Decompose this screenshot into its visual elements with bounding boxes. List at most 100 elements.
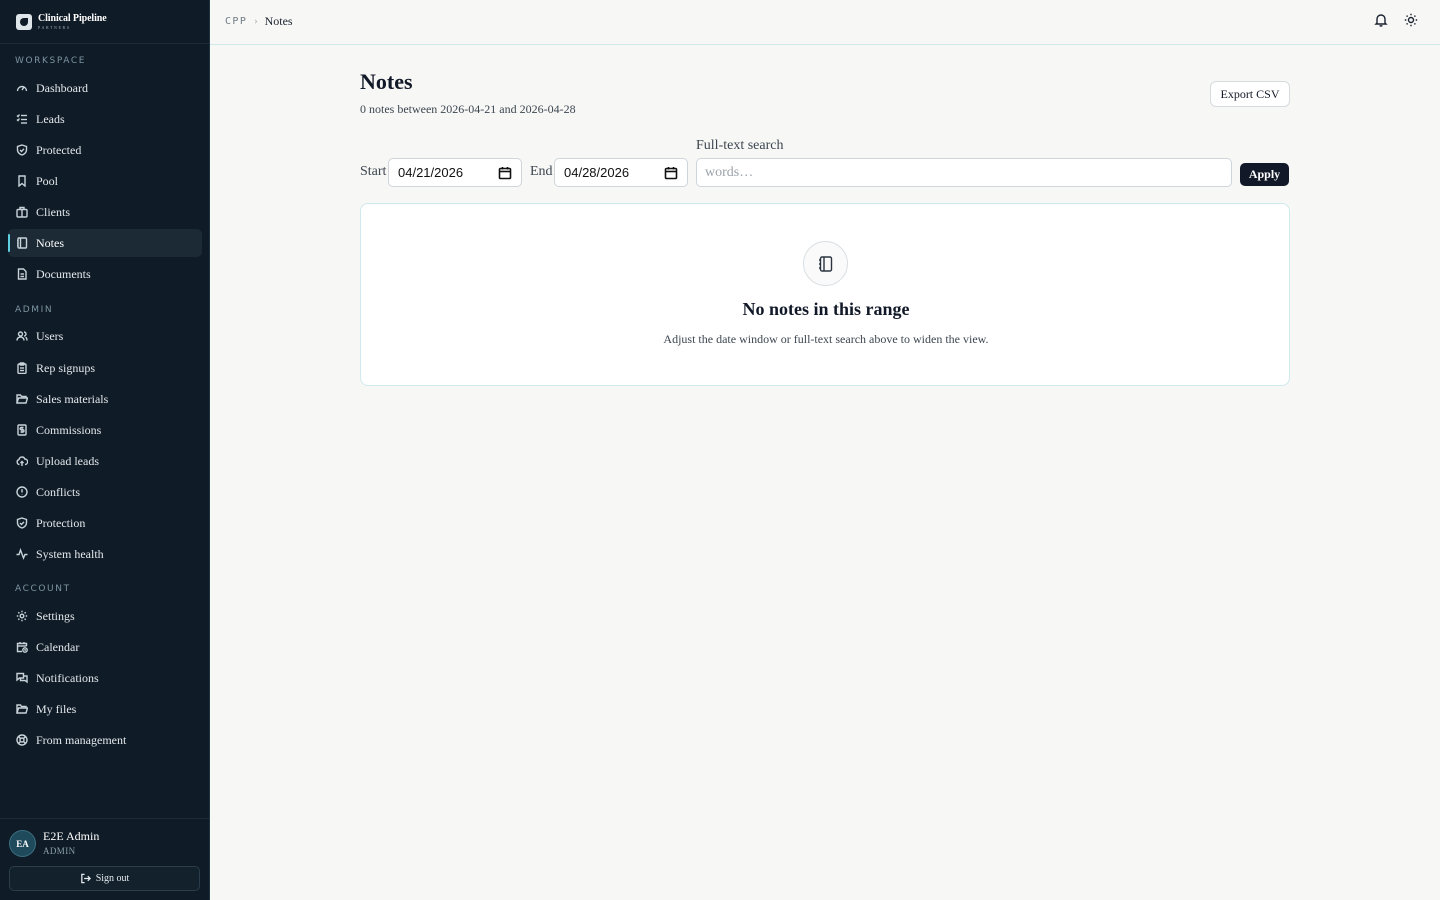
sign-out-icon bbox=[80, 873, 91, 884]
shield-check-icon bbox=[16, 144, 28, 156]
sidebar-item-upload-leads[interactable]: Upload leads bbox=[8, 447, 202, 475]
bookmark-icon bbox=[16, 175, 28, 187]
sidebar-item-commissions[interactable]: Commissions bbox=[8, 416, 202, 444]
sidebar-item-calendar[interactable]: Calendar bbox=[8, 633, 202, 661]
breadcrumb-current: Notes bbox=[264, 14, 293, 28]
sidebar-item-label: System health bbox=[36, 546, 104, 561]
calendar-icon[interactable] bbox=[664, 166, 678, 183]
brand-logo[interactable]: Clinical Pipeline PARTNERS bbox=[0, 0, 209, 44]
section-label-account: ACCOUNT bbox=[15, 584, 71, 594]
bell-icon[interactable] bbox=[1374, 13, 1390, 29]
sidebar-item-label: Dashboard bbox=[36, 80, 88, 95]
document-icon bbox=[16, 268, 28, 280]
sidebar-item-my-files[interactable]: My files bbox=[8, 695, 202, 723]
sidebar-item-label: Calendar bbox=[36, 639, 80, 654]
sidebar-item-label: Documents bbox=[36, 266, 91, 281]
breadcrumb-root[interactable]: CPP bbox=[225, 16, 247, 27]
gauge-icon bbox=[16, 82, 28, 94]
calendar-icon[interactable] bbox=[498, 166, 512, 183]
lifebuoy-icon bbox=[16, 734, 28, 746]
sidebar-item-label: Rep signups bbox=[36, 360, 96, 375]
end-date-label: End bbox=[530, 164, 553, 179]
brand-text: Clinical Pipeline PARTNERS bbox=[38, 12, 107, 30]
cloud-upload-icon bbox=[16, 455, 28, 467]
start-date-input[interactable]: 04/21/2026 bbox=[388, 158, 522, 187]
empty-state-card: No notes in this range Adjust the date w… bbox=[360, 203, 1290, 386]
sidebar-item-documents[interactable]: Documents bbox=[8, 260, 202, 288]
sidebar-item-conflicts[interactable]: Conflicts bbox=[8, 478, 202, 506]
sidebar-item-rep-signups[interactable]: Rep signups bbox=[8, 354, 202, 382]
topbar: CPP › Notes bbox=[210, 0, 1440, 45]
alert-circle-icon bbox=[16, 486, 28, 498]
sidebar-item-notes[interactable]: Notes bbox=[8, 229, 202, 257]
export-csv-button[interactable]: Export CSV bbox=[1210, 81, 1290, 107]
notebook-icon bbox=[803, 241, 848, 286]
sidebar-item-label: Protection bbox=[36, 515, 86, 530]
sidebar-item-users[interactable]: Users bbox=[8, 322, 202, 350]
start-date-label: Start bbox=[360, 164, 387, 179]
shield-check-icon bbox=[16, 517, 28, 529]
notebook-icon bbox=[16, 237, 28, 249]
sidebar-item-settings[interactable]: Settings bbox=[8, 602, 202, 630]
section-label-admin: ADMIN bbox=[15, 305, 54, 315]
empty-state-description: Adjust the date window or full-text sear… bbox=[663, 332, 989, 346]
sidebar-item-label: Pool bbox=[36, 173, 59, 188]
brand-sub: PARTNERS bbox=[38, 24, 71, 30]
brand-name: Clinical Pipeline bbox=[38, 12, 107, 24]
calendar-clock-icon bbox=[16, 641, 28, 653]
sidebar-item-label: Protected bbox=[36, 142, 82, 157]
folder-open-icon bbox=[16, 393, 28, 405]
building-icon bbox=[16, 206, 28, 218]
activity-icon bbox=[16, 548, 28, 560]
gear-icon bbox=[16, 610, 28, 622]
clipboard-icon bbox=[16, 362, 28, 374]
breadcrumb: CPP › Notes bbox=[225, 14, 293, 29]
search-label: Full-text search bbox=[696, 138, 784, 153]
sidebar-item-clients[interactable]: Clients bbox=[8, 198, 202, 226]
sidebar-item-label: Settings bbox=[36, 608, 75, 623]
apply-button[interactable]: Apply bbox=[1240, 163, 1289, 186]
sidebar-item-system-health[interactable]: System health bbox=[8, 540, 202, 568]
sidebar-item-pool[interactable]: Pool bbox=[8, 167, 202, 195]
sidebar-item-from-management[interactable]: From management bbox=[8, 726, 202, 754]
sign-out-button[interactable]: Sign out bbox=[9, 866, 200, 891]
empty-state-title: No notes in this range bbox=[742, 299, 910, 319]
users-icon bbox=[16, 330, 28, 342]
messages-icon bbox=[16, 672, 28, 684]
sidebar-item-label: Leads bbox=[36, 111, 65, 126]
sidebar-item-label: Conflicts bbox=[36, 484, 80, 499]
sun-icon[interactable] bbox=[1404, 13, 1420, 29]
chevron-right-icon: › bbox=[254, 16, 258, 27]
user-role: ADMIN bbox=[43, 846, 76, 856]
sidebar-item-notifications[interactable]: Notifications bbox=[8, 664, 202, 692]
end-date-value: 04/28/2026 bbox=[564, 165, 630, 180]
sidebar-item-label: From management bbox=[36, 732, 127, 747]
sidebar-item-label: Users bbox=[36, 328, 64, 343]
user-block: EA E2E Admin ADMIN Sign out bbox=[0, 818, 209, 900]
checklist-icon bbox=[16, 113, 28, 125]
sidebar-item-leads[interactable]: Leads bbox=[8, 105, 202, 133]
section-label-workspace: WORKSPACE bbox=[15, 56, 87, 66]
sidebar-item-dashboard[interactable]: Dashboard bbox=[8, 74, 202, 102]
start-date-value: 04/21/2026 bbox=[398, 165, 464, 180]
brand-mark-icon bbox=[16, 13, 32, 30]
page-subtitle: 0 notes between 2026-04-21 and 2026-04-2… bbox=[360, 102, 576, 116]
sidebar-item-label: Sales materials bbox=[36, 391, 109, 406]
sidebar-item-sales-materials[interactable]: Sales materials bbox=[8, 385, 202, 413]
user-name: E2E Admin bbox=[43, 829, 100, 843]
page-title: Notes bbox=[360, 69, 413, 94]
sidebar-item-label: Upload leads bbox=[36, 453, 99, 468]
sidebar-item-label: Clients bbox=[36, 204, 71, 219]
folder-icon bbox=[16, 703, 28, 715]
avatar[interactable]: EA bbox=[9, 830, 36, 857]
sidebar: Clinical Pipeline PARTNERS WORKSPACE Das… bbox=[0, 0, 210, 900]
sign-out-label: Sign out bbox=[95, 873, 130, 884]
sidebar-item-label: Notes bbox=[36, 235, 64, 250]
full-text-search-input[interactable] bbox=[696, 158, 1232, 187]
sidebar-item-protected[interactable]: Protected bbox=[8, 136, 202, 164]
sidebar-item-label: My files bbox=[36, 701, 77, 716]
sidebar-item-protection[interactable]: Protection bbox=[8, 509, 202, 537]
sidebar-item-label: Commissions bbox=[36, 422, 102, 437]
end-date-input[interactable]: 04/28/2026 bbox=[554, 158, 688, 187]
receipt-icon bbox=[16, 424, 28, 436]
